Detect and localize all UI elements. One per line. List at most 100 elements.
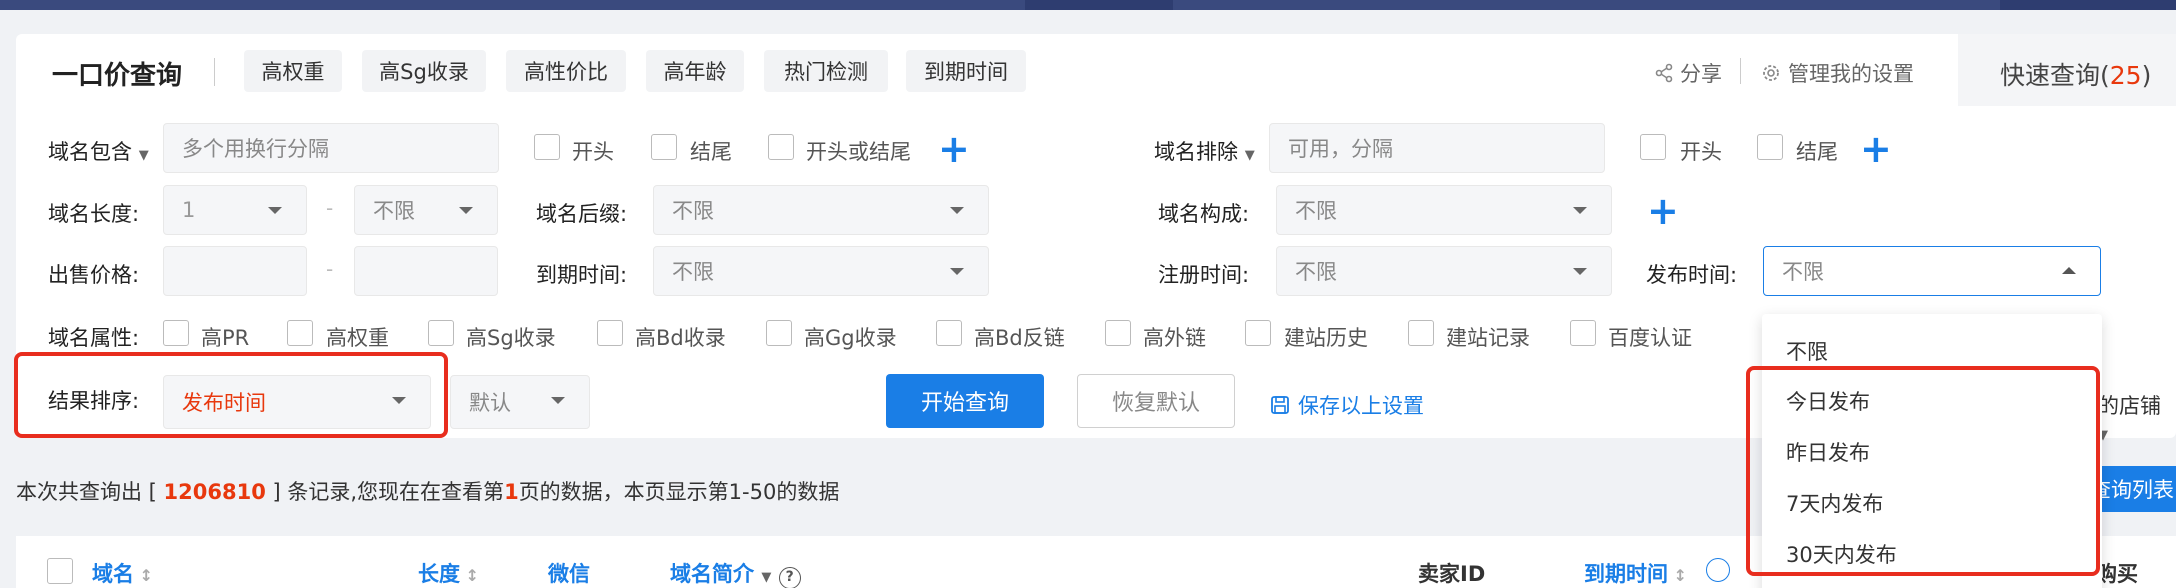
length-min-select[interactable]: 1	[163, 185, 307, 235]
divider	[1740, 58, 1741, 84]
attr-backlink-label: 高Bd反链	[974, 326, 1065, 350]
attr-baidu-checkbox[interactable]	[1570, 320, 1596, 346]
domain-exclude-input[interactable]: 可用，分隔	[1269, 123, 1605, 173]
attr-sg-checkbox[interactable]	[428, 320, 454, 346]
publish-label: 发布时间:	[1646, 263, 1738, 287]
result-total: 1206810	[163, 480, 266, 504]
contains-either-label: 开头或结尾	[806, 140, 911, 164]
attr-bd-label: 高Bd收录	[635, 326, 726, 350]
suffix-label: 域名后缀:	[536, 202, 628, 226]
gear-icon	[1763, 65, 1779, 81]
tag-expire[interactable]: 到期时间	[906, 50, 1026, 92]
attr-weight-checkbox[interactable]	[287, 320, 313, 346]
length-max-select[interactable]: 不限	[354, 185, 498, 235]
quick-query-tab[interactable]: 快速查询(25)	[2000, 56, 2151, 92]
col-length[interactable]: 长度	[418, 558, 479, 588]
attr-baidu-label: 百度认证	[1608, 326, 1692, 350]
publish-value: 不限	[1782, 260, 1824, 284]
col-buy: 购买	[2096, 562, 2138, 586]
share-icon	[1655, 63, 1673, 83]
attr-history-checkbox[interactable]	[1245, 320, 1271, 346]
manage-settings-label: 管理我的设置	[1788, 62, 1914, 86]
price-label: 出售价格:	[48, 263, 140, 287]
divider	[214, 58, 215, 86]
tag-age[interactable]: 高年龄	[646, 50, 744, 92]
attr-pr-label: 高PR	[201, 326, 250, 350]
attr-pr-checkbox[interactable]	[163, 320, 189, 346]
publish-select[interactable]: 不限	[1763, 246, 2101, 296]
manage-settings-link[interactable]: 管理我的设置	[1760, 58, 1914, 88]
expire-select[interactable]: 不限	[653, 246, 989, 296]
exclude-end-checkbox[interactable]	[1757, 134, 1783, 160]
tag-high-weight[interactable]: 高权重	[244, 50, 342, 92]
option-any[interactable]: 不限	[1786, 336, 1828, 366]
attr-outlink-label: 高外链	[1143, 326, 1206, 350]
attr-sg-label: 高Sg收录	[466, 326, 556, 350]
col-seller: 卖家ID	[1418, 562, 1486, 586]
annotation-box-dropdown	[1746, 366, 2100, 576]
help-icon: ?	[778, 567, 801, 588]
attr-backlink-checkbox[interactable]	[936, 320, 962, 346]
domain-contains-label[interactable]: 域名包含 ▼	[48, 136, 149, 166]
price-dash: -	[326, 257, 334, 281]
add-exclude-icon[interactable]: +	[1860, 130, 1892, 168]
col-expire[interactable]: 到期时间	[1584, 558, 1687, 588]
attr-gg-label: 高Gg收录	[804, 326, 897, 350]
register-select[interactable]: 不限	[1276, 246, 1612, 296]
attr-weight-label: 高权重	[326, 326, 389, 350]
tag-value[interactable]: 高性价比	[506, 50, 626, 92]
save-icon	[1271, 396, 1289, 414]
save-settings-link[interactable]: 保存以上设置	[1270, 390, 1424, 420]
col-domain[interactable]: 域名	[92, 558, 153, 588]
top-nav-segment	[1025, 0, 1173, 10]
quick-query-close: )	[2141, 61, 2152, 90]
annotation-box-sort	[14, 352, 448, 438]
contains-either-checkbox[interactable]	[768, 134, 794, 160]
tag-high-sg[interactable]: 高Sg收录	[362, 50, 486, 92]
page-title: 一口价查询	[52, 61, 183, 91]
shop-filter-link[interactable]: 的店铺 ▼	[2098, 390, 2176, 444]
tag-hot-check[interactable]: 热门检测	[764, 50, 888, 92]
contains-start-checkbox[interactable]	[534, 134, 560, 160]
attr-outlink-checkbox[interactable]	[1105, 320, 1131, 346]
result-page: 1	[504, 480, 519, 504]
attr-gg-checkbox[interactable]	[766, 320, 792, 346]
suffix-select[interactable]: 不限	[653, 185, 989, 235]
exclude-end-label: 结尾	[1796, 140, 1838, 164]
col-intro[interactable]: 域名简介 ▼ ?	[670, 558, 801, 588]
price-max-input[interactable]	[354, 246, 498, 296]
share-link[interactable]: 分享	[1654, 58, 1722, 88]
attrs-label: 域名属性:	[48, 326, 140, 350]
exclude-start-checkbox[interactable]	[1640, 134, 1666, 160]
search-button[interactable]: 开始查询	[886, 374, 1044, 428]
reset-button[interactable]: 恢复默认	[1077, 374, 1235, 428]
sort-order-select[interactable]: 默认	[450, 375, 590, 429]
attr-record-checkbox[interactable]	[1408, 320, 1434, 346]
domain-exclude-label[interactable]: 域名排除 ▼	[1154, 136, 1255, 166]
composition-select[interactable]: 不限	[1276, 185, 1612, 235]
exclude-start-label: 开头	[1680, 140, 1722, 164]
contains-end-checkbox[interactable]	[651, 134, 677, 160]
length-dash: -	[326, 196, 334, 220]
attr-bd-checkbox[interactable]	[597, 320, 623, 346]
chevron-up-icon	[2062, 267, 2076, 274]
expire-label: 到期时间:	[536, 263, 628, 287]
attr-history-label: 建站历史	[1284, 326, 1368, 350]
composition-label: 域名构成:	[1158, 202, 1250, 226]
attr-record-label: 建站记录	[1446, 326, 1530, 350]
select-all-checkbox[interactable]	[47, 558, 73, 584]
register-label: 注册时间:	[1158, 263, 1250, 287]
length-label: 域名长度:	[48, 202, 140, 226]
contains-end-label: 结尾	[690, 140, 732, 164]
clock-icon[interactable]	[1706, 558, 1730, 582]
add-contains-icon[interactable]: +	[938, 130, 970, 168]
quick-query-count: 25	[2109, 61, 2142, 90]
result-summary: 本次共查询出 [ 1206810 ] 条记录,您现在在查看第1页的数据，本页显示…	[16, 480, 840, 504]
price-min-input[interactable]	[163, 246, 307, 296]
quick-query-label: 快速查询(	[2000, 61, 2110, 90]
add-composition-icon[interactable]: +	[1647, 192, 1679, 230]
save-settings-label: 保存以上设置	[1298, 394, 1424, 418]
col-wechat[interactable]: 微信	[548, 558, 590, 588]
domain-contains-input[interactable]: 多个用换行分隔	[163, 123, 499, 173]
share-label: 分享	[1680, 62, 1722, 86]
